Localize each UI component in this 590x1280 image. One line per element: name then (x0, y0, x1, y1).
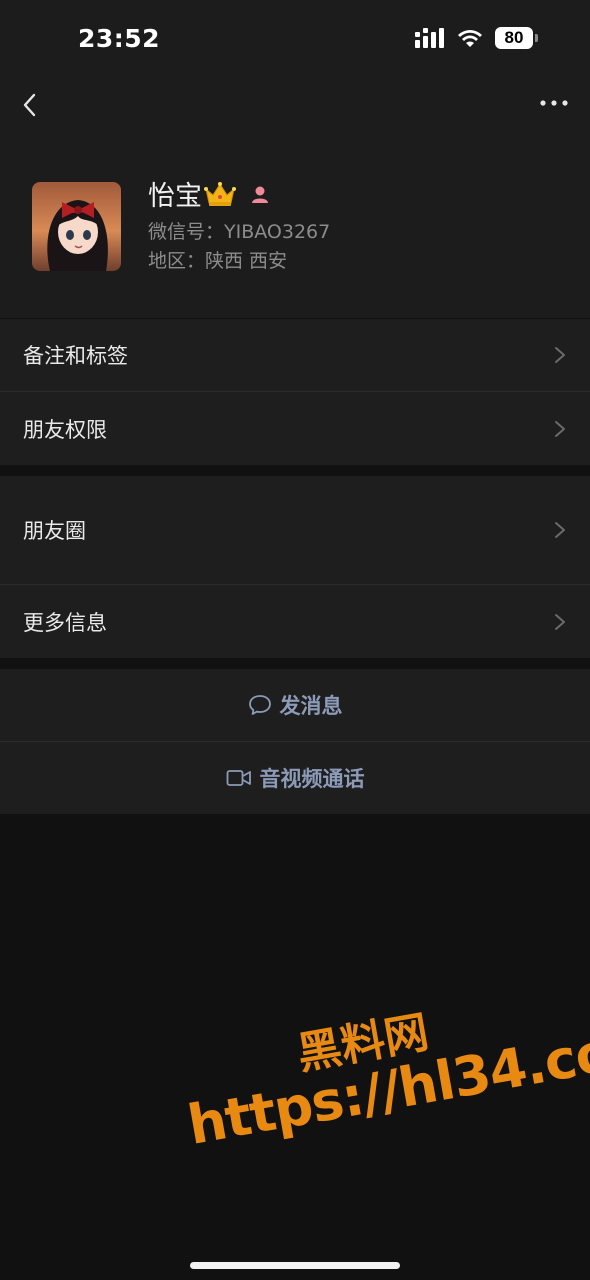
moments-label: 朋友圈 (23, 519, 86, 543)
status-time: 23:52 (78, 24, 161, 53)
chevron-right-icon (555, 613, 565, 630)
send-message-button[interactable]: 发消息 (0, 669, 590, 741)
friend-permissions-label: 朋友权限 (23, 417, 107, 442)
nav-bar (0, 80, 590, 130)
status-icons: 80 (415, 27, 538, 49)
profile-header: 怡宝 微信号：YIBAO3267 地区：陕西 西安 (0, 130, 590, 318)
wifi-icon (458, 30, 482, 47)
video-camera-icon (226, 770, 251, 786)
home-indicator[interactable] (190, 1262, 400, 1269)
send-message-label: 发消息 (279, 694, 343, 718)
profile-name: 怡宝 (148, 181, 202, 212)
battery-tip (535, 34, 538, 42)
chevron-left-icon[interactable] (18, 90, 42, 120)
gender-female-icon (252, 186, 268, 203)
chat-bubble-icon (248, 695, 271, 715)
av-call-button[interactable]: 音视频通话 (0, 742, 590, 814)
chevron-right-icon (555, 347, 565, 363)
actions-group: 发消息 音视频通话 (0, 669, 590, 814)
profile-name-row: 怡宝 (148, 174, 270, 213)
chevron-right-icon (555, 420, 565, 437)
avatar-image (32, 182, 121, 271)
chevron-right-icon (555, 522, 565, 538)
remarks-tags-row[interactable]: 备注和标签 (0, 319, 590, 391)
watermark-title: 黑料网 (293, 1006, 433, 1080)
battery-level: 80 (495, 27, 533, 49)
watermark: 黑料网 https://hl34.co (170, 949, 590, 1188)
battery-icon: 80 (495, 27, 538, 49)
friend-permissions-row[interactable]: 朋友权限 (0, 392, 590, 465)
settings-group: 备注和标签 朋友权限 (0, 319, 590, 465)
avatar[interactable] (32, 182, 121, 271)
more-info-row[interactable]: 更多信息 (0, 585, 590, 658)
more-info-label: 更多信息 (23, 610, 107, 635)
more-dots-icon[interactable] (540, 96, 568, 110)
remarks-tags-label: 备注和标签 (23, 344, 128, 368)
crown-icon (204, 181, 236, 206)
wechat-id: 微信号：YIBAO3267 (148, 221, 331, 243)
info-group: 朋友圈 更多信息 (0, 476, 590, 658)
status-bar: 23:52 80 (0, 0, 590, 80)
cellular-signal-icon (415, 28, 444, 48)
region: 地区：陕西 西安 (148, 250, 288, 272)
av-call-label: 音视频通话 (259, 767, 365, 791)
moments-row[interactable]: 朋友圈 (0, 476, 590, 584)
watermark-url: https://hl34.co (183, 1020, 590, 1157)
